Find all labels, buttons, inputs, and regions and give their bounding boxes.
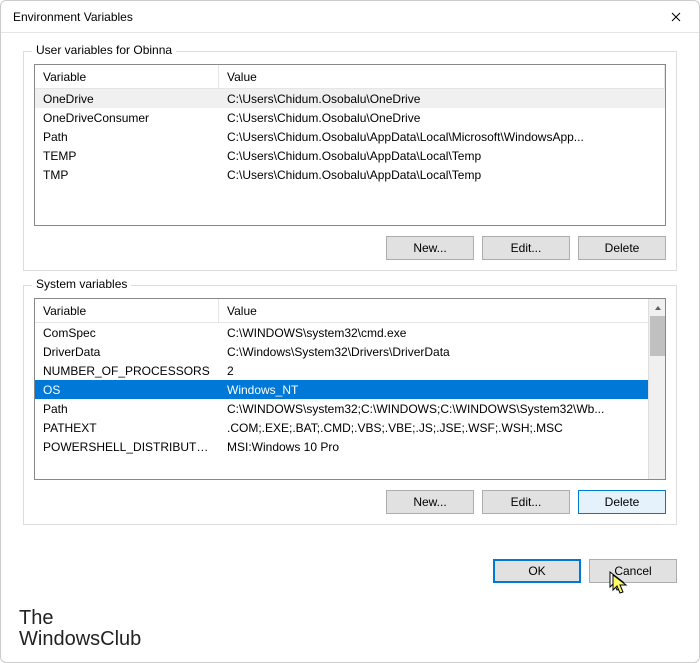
system-edit-button[interactable]: Edit...: [482, 490, 570, 514]
cell-value: C:\Windows\System32\Drivers\DriverData: [219, 345, 665, 359]
cell-value: Windows_NT: [219, 383, 665, 397]
titlebar: Environment Variables: [1, 1, 699, 33]
watermark-logo: The WindowsClub: [19, 608, 141, 650]
user-new-button[interactable]: New...: [386, 236, 474, 260]
cell-variable: DriverData: [35, 345, 219, 359]
user-header-variable[interactable]: Variable: [35, 65, 219, 88]
cell-variable: Path: [35, 130, 219, 144]
close-icon: [671, 12, 681, 22]
cell-value: C:\Users\Chidum.Osobalu\AppData\Local\Te…: [219, 168, 665, 182]
cell-value: C:\Users\Chidum.Osobalu\AppData\Local\Mi…: [219, 130, 665, 144]
system-variables-table[interactable]: Variable Value ComSpecC:\WINDOWS\system3…: [34, 298, 666, 480]
cell-value: C:\Users\Chidum.Osobalu\AppData\Local\Te…: [219, 149, 665, 163]
table-row[interactable]: ComSpecC:\WINDOWS\system32\cmd.exe: [35, 323, 665, 342]
cell-variable: ComSpec: [35, 326, 219, 340]
system-variables-label: System variables: [32, 277, 131, 291]
table-row[interactable]: OSWindows_NT: [35, 380, 665, 399]
user-variables-group: User variables for Obinna Variable Value…: [23, 51, 677, 271]
watermark-line2: WindowsClub: [19, 629, 141, 650]
cell-variable: OneDrive: [35, 92, 219, 106]
system-variables-group: System variables Variable Value ComSpecC…: [23, 285, 677, 525]
system-table-header: Variable Value: [35, 299, 665, 323]
table-row[interactable]: PathC:\Users\Chidum.Osobalu\AppData\Loca…: [35, 127, 665, 146]
cell-value: C:\Users\Chidum.Osobalu\OneDrive: [219, 92, 665, 106]
user-variables-table[interactable]: Variable Value OneDriveC:\Users\Chidum.O…: [34, 64, 666, 226]
user-header-value[interactable]: Value: [219, 65, 665, 88]
cell-variable: OS: [35, 383, 219, 397]
cell-variable: Path: [35, 402, 219, 416]
cell-variable: TMP: [35, 168, 219, 182]
cancel-button[interactable]: Cancel: [589, 559, 677, 583]
table-row[interactable]: PathC:\WINDOWS\system32;C:\WINDOWS;C:\WI…: [35, 399, 665, 418]
table-row[interactable]: PATHEXT.COM;.EXE;.BAT;.CMD;.VBS;.VBE;.JS…: [35, 418, 665, 437]
user-table-header: Variable Value: [35, 65, 665, 89]
scrollbar-thumb[interactable]: [650, 316, 665, 356]
user-edit-button[interactable]: Edit...: [482, 236, 570, 260]
system-scrollbar[interactable]: [648, 299, 665, 479]
user-delete-button[interactable]: Delete: [578, 236, 666, 260]
cell-value: MSI:Windows 10 Pro: [219, 440, 665, 454]
window-title: Environment Variables: [13, 10, 653, 24]
table-row[interactable]: NUMBER_OF_PROCESSORS2: [35, 361, 665, 380]
cell-value: 2: [219, 364, 665, 378]
close-button[interactable]: [653, 1, 699, 33]
scroll-up-icon[interactable]: [649, 299, 666, 316]
system-new-button[interactable]: New...: [386, 490, 474, 514]
table-row[interactable]: TEMPC:\Users\Chidum.Osobalu\AppData\Loca…: [35, 146, 665, 165]
user-variables-label: User variables for Obinna: [32, 43, 176, 57]
ok-button[interactable]: OK: [493, 559, 581, 583]
cell-variable: PATHEXT: [35, 421, 219, 435]
system-header-variable[interactable]: Variable: [35, 299, 219, 322]
dialog-footer: OK Cancel: [1, 553, 699, 583]
table-row[interactable]: POWERSHELL_DISTRIBUTIO...MSI:Windows 10 …: [35, 437, 665, 456]
system-header-value[interactable]: Value: [219, 299, 665, 322]
cell-variable: TEMP: [35, 149, 219, 163]
table-row[interactable]: TMPC:\Users\Chidum.Osobalu\AppData\Local…: [35, 165, 665, 184]
watermark-line1: The: [19, 608, 141, 629]
system-delete-button[interactable]: Delete: [578, 490, 666, 514]
cell-variable: NUMBER_OF_PROCESSORS: [35, 364, 219, 378]
cell-value: C:\Users\Chidum.Osobalu\OneDrive: [219, 111, 665, 125]
cell-variable: POWERSHELL_DISTRIBUTIO...: [35, 440, 219, 454]
cell-value: C:\WINDOWS\system32\cmd.exe: [219, 326, 665, 340]
cell-variable: OneDriveConsumer: [35, 111, 219, 125]
table-row[interactable]: DriverDataC:\Windows\System32\Drivers\Dr…: [35, 342, 665, 361]
environment-variables-dialog: Environment Variables User variables for…: [0, 0, 700, 663]
cell-value: C:\WINDOWS\system32;C:\WINDOWS;C:\WINDOW…: [219, 402, 665, 416]
cell-value: .COM;.EXE;.BAT;.CMD;.VBS;.VBE;.JS;.JSE;.…: [219, 421, 665, 435]
table-row[interactable]: OneDriveConsumerC:\Users\Chidum.Osobalu\…: [35, 108, 665, 127]
table-row[interactable]: OneDriveC:\Users\Chidum.Osobalu\OneDrive: [35, 89, 665, 108]
